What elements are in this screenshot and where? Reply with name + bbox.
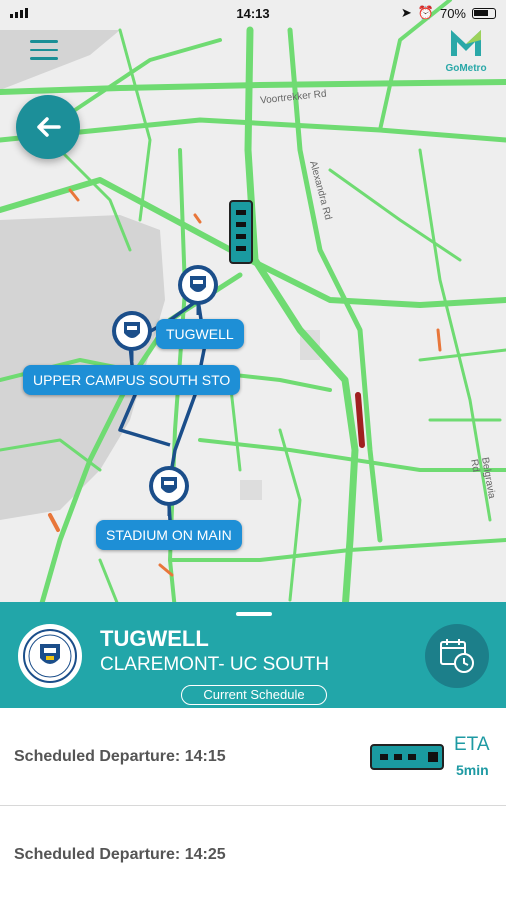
brand-logo: GoMetro: [436, 28, 496, 74]
stop-pin-tugwell[interactable]: [176, 263, 220, 315]
eta-value: 5min: [456, 762, 489, 778]
university-crest-icon: [18, 624, 82, 688]
stop-name: TUGWELL: [100, 626, 209, 651]
status-right: ➤ ⏰ 70%: [401, 5, 496, 21]
status-bar: 14:13 ➤ ⏰ 70%: [0, 0, 506, 28]
route-name: CLAREMONT- UC SOUTH: [100, 654, 330, 675]
departure-text: Scheduled Departure: 14:25: [14, 846, 226, 863]
location-icon: ➤: [400, 5, 412, 20]
gometro-logo-icon: [451, 30, 481, 56]
stop-info-panel: TUGWELL CLAREMONT- UC SOUTH Current Sche…: [0, 602, 506, 708]
map-view[interactable]: Voortrekker Rd Alexandra Rd Belgravia Rd: [0, 0, 506, 610]
calendar-clock-icon: [440, 639, 474, 673]
back-button[interactable]: [16, 95, 80, 159]
stop-label-upper-campus[interactable]: UPPER CAMPUS SOUTH STO: [23, 365, 241, 395]
schedule-button[interactable]: [425, 624, 489, 688]
drag-handle[interactable]: [236, 612, 272, 616]
departure-list: Scheduled Departure: 14:15 ETA 5min Sche…: [0, 708, 506, 900]
battery-icon: [472, 7, 496, 19]
stop-pin-upper-campus[interactable]: [110, 309, 154, 361]
stop-pin-stadium[interactable]: [147, 464, 191, 516]
bus-icon: [370, 744, 444, 770]
battery-percent: 70%: [439, 5, 466, 21]
stop-label-stadium[interactable]: STADIUM ON MAIN: [96, 520, 242, 550]
arrow-left-icon: [37, 117, 61, 137]
brand-name: GoMetro: [445, 63, 487, 74]
bus-icon[interactable]: [229, 200, 253, 264]
current-schedule-button[interactable]: Current Schedule: [181, 685, 327, 705]
departure-text: Scheduled Departure: 14:15: [14, 748, 226, 765]
departure-row[interactable]: Scheduled Departure: 14:15 ETA 5min: [0, 708, 506, 806]
street-network: [0, 0, 506, 610]
alarm-icon: ⏰: [417, 5, 434, 20]
stop-label-tugwell[interactable]: TUGWELL: [156, 319, 244, 349]
departure-row[interactable]: Scheduled Departure: 14:25: [0, 806, 506, 900]
eta-label: ETA: [454, 734, 490, 755]
hamburger-icon[interactable]: [30, 40, 58, 62]
